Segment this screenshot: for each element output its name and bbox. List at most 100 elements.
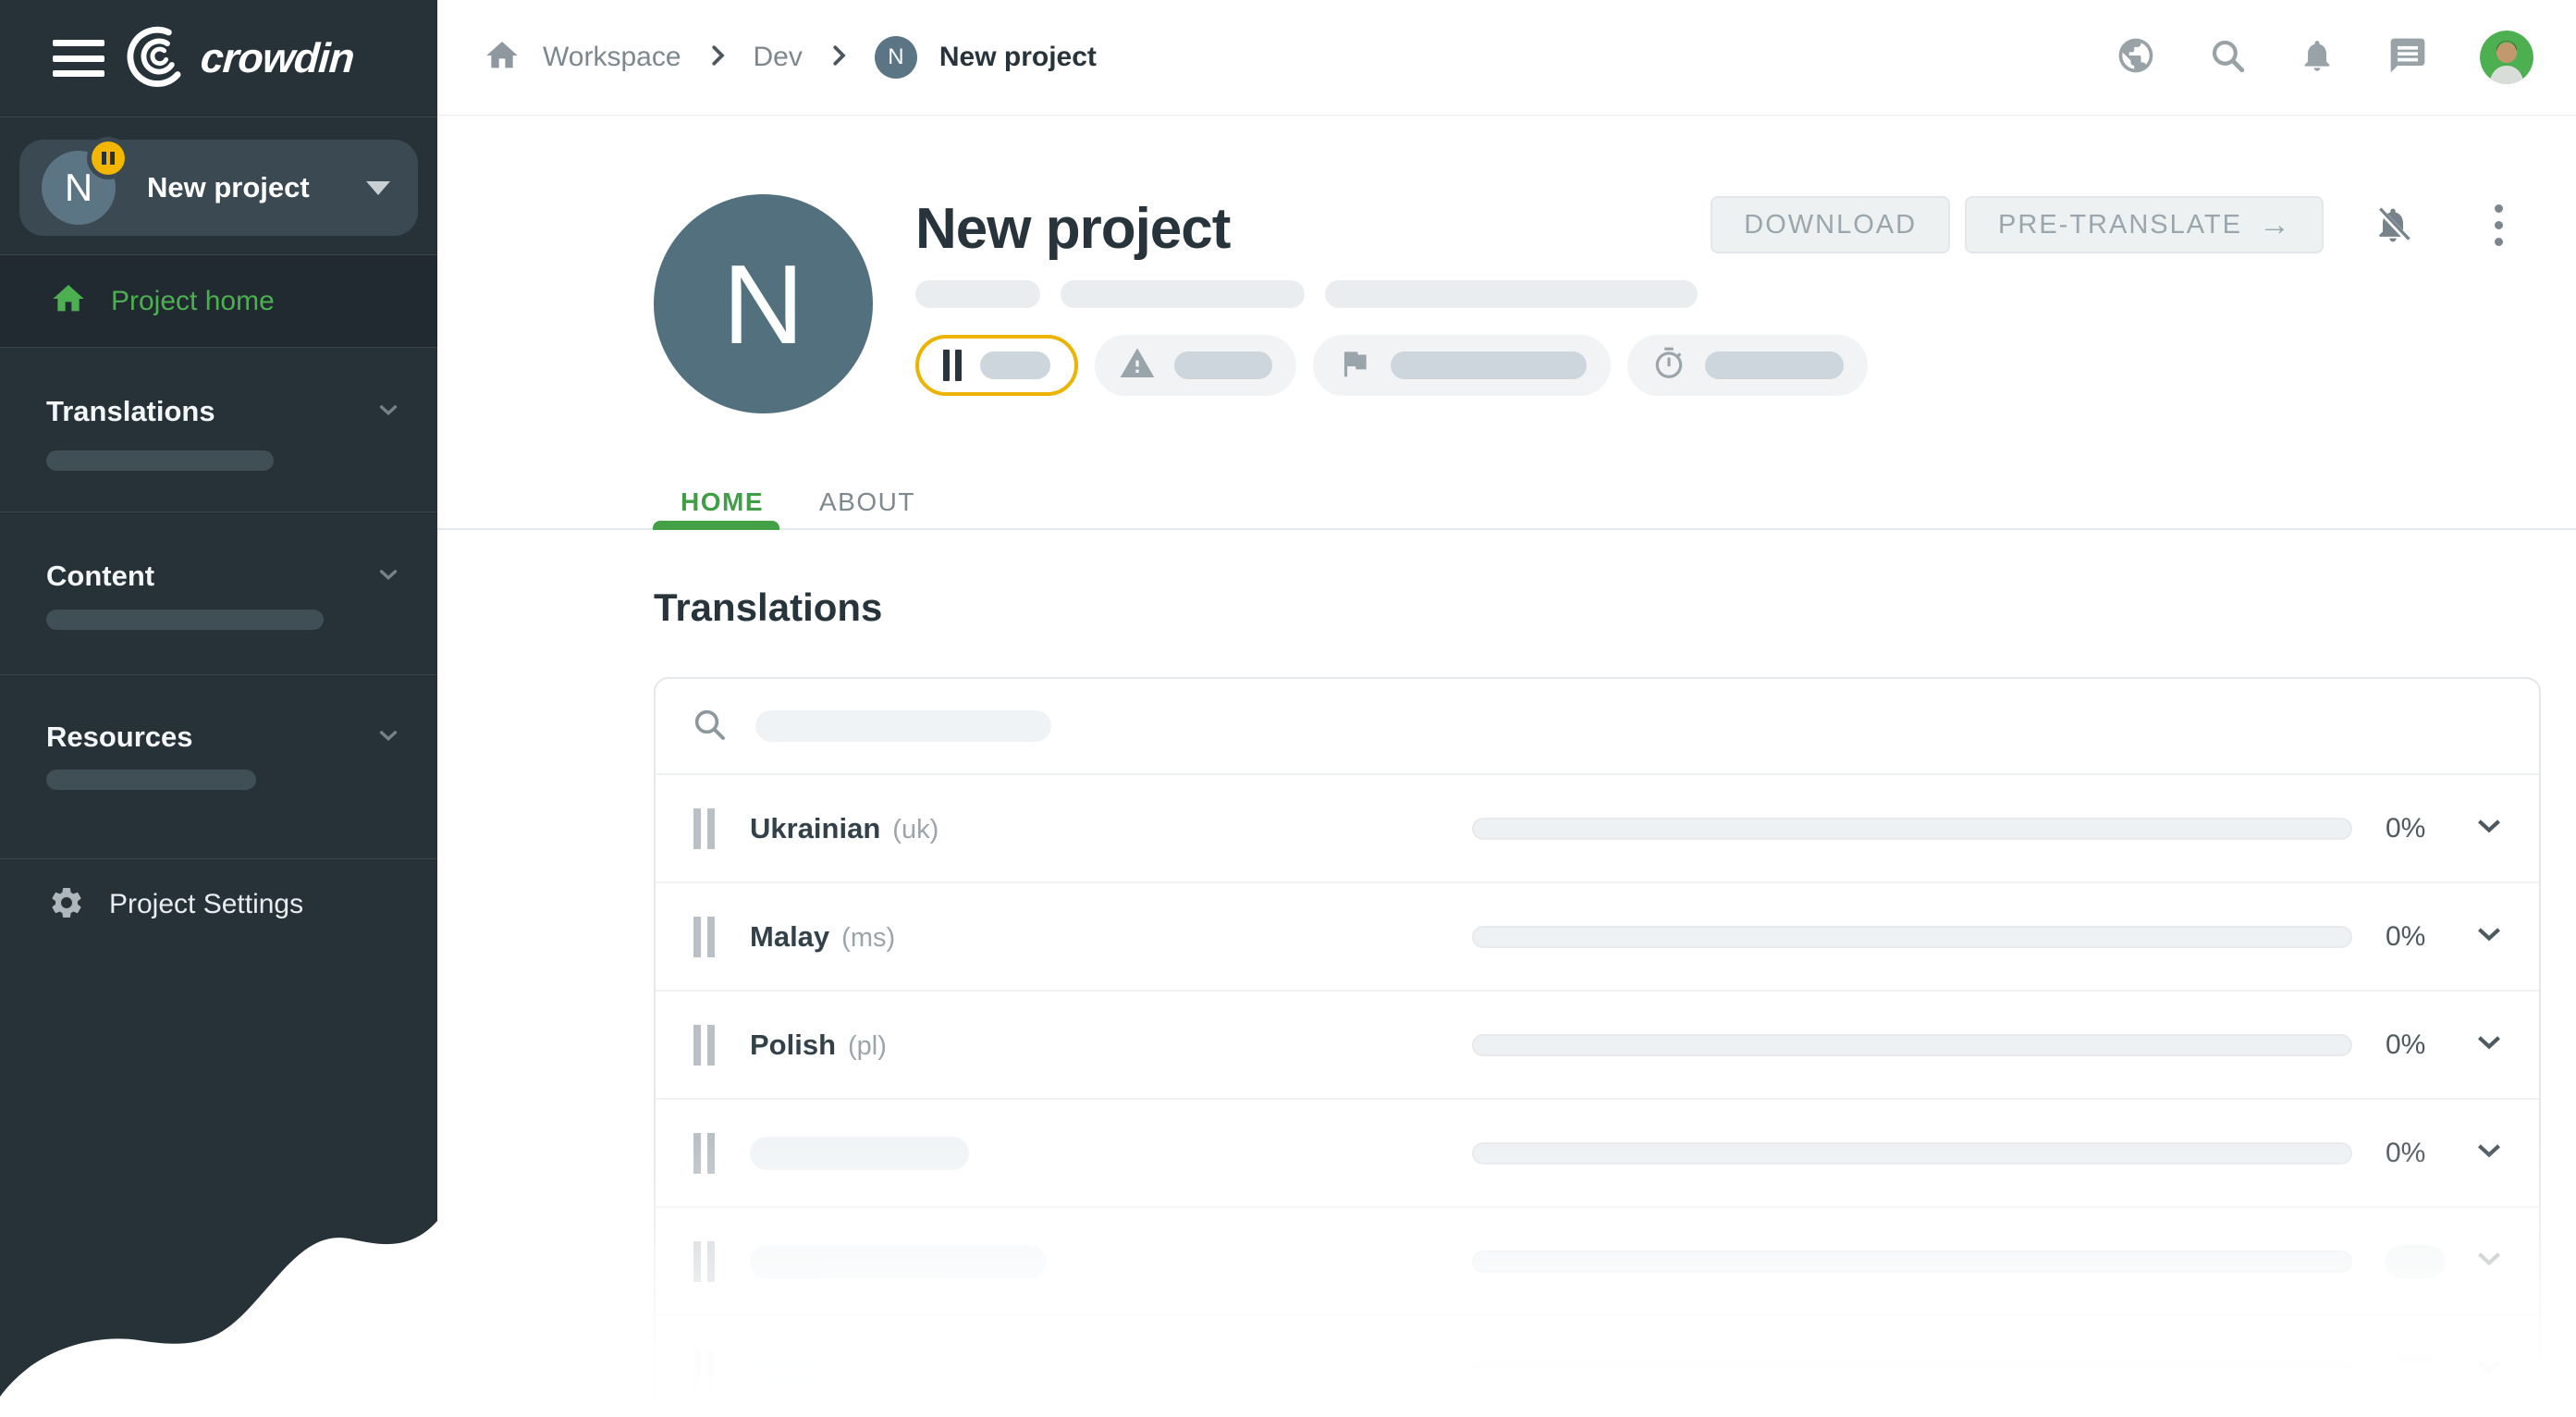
language-search-input[interactable] [656,679,2539,775]
expand-chevron-icon[interactable] [2472,809,2506,847]
pre-translate-button[interactable]: PRE-TRANSLATE → [1965,196,2324,253]
divider [0,674,437,675]
mute-notifications-icon[interactable] [2373,204,2413,245]
language-row-skeleton[interactable]: 0% [656,1100,2539,1208]
breadcrumb-workspace[interactable]: Workspace [543,42,681,73]
divider [0,347,437,348]
notifications-bell-icon[interactable] [2299,37,2336,79]
breadcrumb-group[interactable]: Dev [754,42,803,73]
progress-value: 0% [2386,1138,2445,1169]
paused-status-chip[interactable] [915,335,1078,396]
crowdin-logo-icon [127,24,191,93]
tab-about[interactable]: ABOUT [791,474,943,530]
chevron-right-icon [825,42,853,74]
menu-icon[interactable] [53,40,104,77]
pause-icon [693,917,715,957]
language-code: (uk) [892,815,938,845]
language-name-skeleton [750,1137,969,1170]
search-icon[interactable] [2208,36,2247,80]
home-icon [50,280,87,322]
progress-value-skeleton [2386,1353,2445,1386]
user-avatar[interactable] [2480,31,2533,84]
language-row-malay[interactable]: Malay (ms) 0% [656,883,2539,992]
issues-chip[interactable] [1095,335,1296,396]
pause-icon [693,1133,715,1174]
language-name: Ukrainian [750,812,880,845]
progress-bar [1472,1142,2352,1164]
sidebar-section-content[interactable]: Content [0,551,437,601]
expand-chevron-icon[interactable] [2472,1134,2506,1172]
project-meta-skeleton [915,280,1698,308]
warning-triangle-icon [1119,345,1156,387]
project-title: New project [915,196,1230,262]
progress-value: 0% [2386,1029,2445,1061]
deadline-chip[interactable] [1627,335,1868,396]
search-placeholder-skeleton [755,710,1051,742]
progress-bar [1472,818,2352,840]
language-row-ukrainian[interactable]: Ukrainian (uk) 0% [656,775,2539,883]
language-name-skeleton [750,1353,1009,1386]
sidebar-header: crowdin [0,0,437,117]
timer-icon [1651,346,1687,386]
sidebar-section-translations[interactable]: Translations [0,387,437,437]
gear-icon [48,884,85,926]
language-globe-icon[interactable] [2116,35,2156,80]
expand-chevron-icon[interactable] [2472,1350,2506,1388]
pause-icon [693,1241,715,1282]
sidebar-item-project-home[interactable]: Project home [0,255,437,347]
pause-icon [693,1025,715,1066]
divider [0,858,437,859]
crowdin-project-page: crowdin N New project Project home Trans… [0,0,2576,1417]
progress-value: 0% [2386,813,2445,844]
chevron-right-icon [704,42,731,74]
progress-value-skeleton [2386,1245,2445,1278]
expand-chevron-icon[interactable] [2472,1026,2506,1064]
skeleton-pill [1705,351,1844,379]
messages-chat-icon[interactable] [2387,35,2428,80]
language-row-polish[interactable]: Polish (pl) 0% [656,992,2539,1100]
language-row-skeleton[interactable] [656,1208,2539,1316]
expand-chevron-icon[interactable] [2472,918,2506,955]
language-code: (ms) [841,923,895,954]
project-actions: DOWNLOAD PRE-TRANSLATE → [1711,196,2507,253]
crowdin-logo[interactable]: crowdin [127,24,354,93]
flagged-chip[interactable] [1313,335,1611,396]
breadcrumb-project[interactable]: New project [939,42,1097,73]
language-code: (pl) [848,1031,887,1062]
project-status-chips [915,335,1868,396]
topbar: Workspace Dev N New project [437,0,2576,116]
progress-bar [1472,1251,2352,1273]
skeleton-pill [1174,351,1272,379]
expand-chevron-icon[interactable] [2472,1242,2506,1280]
progress-bar [1472,1034,2352,1056]
active-tab-indicator [653,521,779,530]
skeleton-pill [1325,280,1698,308]
sidebar-item-label: Project home [111,286,275,317]
chevron-down-icon [374,561,402,593]
skeleton-pill [1061,280,1305,308]
sidebar-wave-decoration [0,1219,437,1404]
search-icon [691,706,728,747]
sidebar-item-project-settings[interactable]: Project Settings [0,874,437,935]
progress-bar [1472,926,2352,948]
arrow-right-icon: → [2259,207,2290,243]
project-switcher[interactable]: N New project [19,140,418,236]
sidebar-section-resources[interactable]: Resources [0,712,437,762]
chevron-down-icon [374,396,402,428]
project-switcher-label: New project [147,171,366,204]
download-button[interactable]: DOWNLOAD [1711,196,1950,253]
language-label: Polish (pl) [750,1029,887,1062]
flag-icon [1337,346,1372,386]
skeleton-pill [1391,351,1587,379]
skeleton-bar [46,610,324,630]
breadcrumb-project-avatar: N [875,36,917,79]
skeleton-bar [46,770,256,790]
skeleton-pill [915,280,1040,308]
translations-section-title: Translations [654,585,882,630]
language-name: Malay [750,920,829,954]
home-icon[interactable] [484,37,521,79]
skeleton-pill [980,351,1050,379]
more-options-kebab-icon[interactable] [2491,201,2507,250]
breadcrumb: Workspace Dev N New project [484,36,1097,79]
language-row-skeleton[interactable] [656,1316,2539,1417]
